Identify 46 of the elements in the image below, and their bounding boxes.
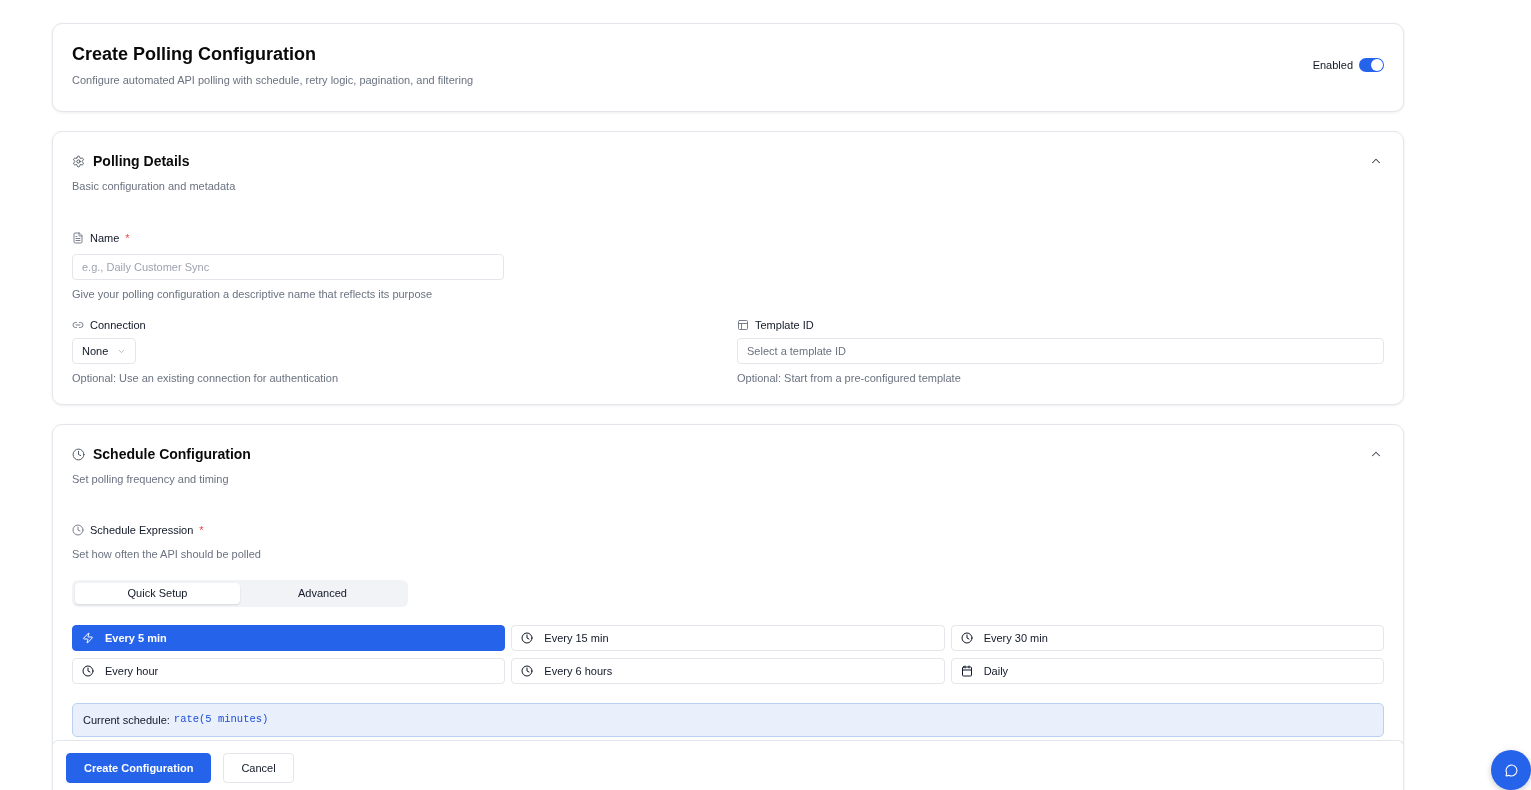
enabled-switch[interactable] — [1359, 58, 1384, 72]
schedule-preset-button[interactable]: Every 15 min — [511, 625, 945, 651]
clock-icon — [72, 524, 84, 536]
cancel-button[interactable]: Cancel — [223, 753, 294, 783]
lightning-icon — [82, 632, 94, 644]
tab[interactable]: Advanced — [240, 583, 405, 604]
document-icon — [72, 232, 84, 244]
create-button[interactable]: Create Configuration — [66, 753, 212, 783]
template-id-input[interactable]: Select a template ID — [737, 338, 1384, 364]
chat-bubble-icon — [1504, 763, 1518, 777]
field-hint: Optional: Start from a pre-configured template — [737, 371, 962, 386]
required-mark: * — [199, 523, 204, 538]
schedule-preset-button[interactable]: Every 6 hours — [511, 658, 945, 684]
section-title: Polling Details — [93, 152, 190, 171]
field-label: Schedule Expression — [90, 523, 194, 538]
page-subtitle: Configure automated API polling with schedule, retry logic, pagination, and filtering — [72, 73, 474, 88]
page-title: Create Polling Configuration — [72, 43, 317, 66]
connection-select[interactable]: None — [72, 338, 137, 364]
schedule-preset-button[interactable]: Daily — [950, 658, 1384, 684]
field-hint: Set how often the API should be polled — [72, 547, 262, 562]
clock-icon — [521, 665, 534, 677]
field-hint: Optional: Use an existing connection for authentication — [72, 371, 339, 386]
clock-icon — [960, 632, 973, 644]
field-label: Name — [90, 231, 120, 246]
field-label: Template ID — [755, 318, 814, 333]
required-mark: * — [125, 231, 130, 246]
clock-icon — [521, 632, 534, 644]
settings-icon — [72, 154, 85, 168]
clock-icon — [72, 447, 85, 461]
tab[interactable]: Quick Setup — [75, 583, 240, 604]
field-hint: Give your polling configuration a descriptive name that reflects its purpose — [72, 287, 434, 302]
field-label: Connection — [90, 318, 146, 333]
calendar-icon — [960, 665, 973, 677]
clock-icon — [82, 665, 94, 677]
section-subtitle: Set polling frequency and timing — [72, 472, 230, 487]
section-title: Schedule Configuration — [93, 445, 251, 464]
schedule-expression-code: rate(5 minutes) — [173, 712, 269, 728]
schedule-preset-button[interactable]: Every 30 min — [950, 625, 1384, 651]
toggle-label: Enabled — [1312, 58, 1353, 73]
layout-icon — [737, 319, 749, 331]
section-subtitle: Basic configuration and metadata — [72, 179, 236, 194]
schedule-preset-button[interactable]: Every hour — [72, 658, 506, 684]
chat-button[interactable] — [1491, 750, 1531, 790]
link-icon — [72, 319, 84, 331]
name-input[interactable]: e.g., Daily Customer Sync — [72, 254, 504, 280]
current-schedule-label: Current schedule: — [83, 712, 170, 728]
